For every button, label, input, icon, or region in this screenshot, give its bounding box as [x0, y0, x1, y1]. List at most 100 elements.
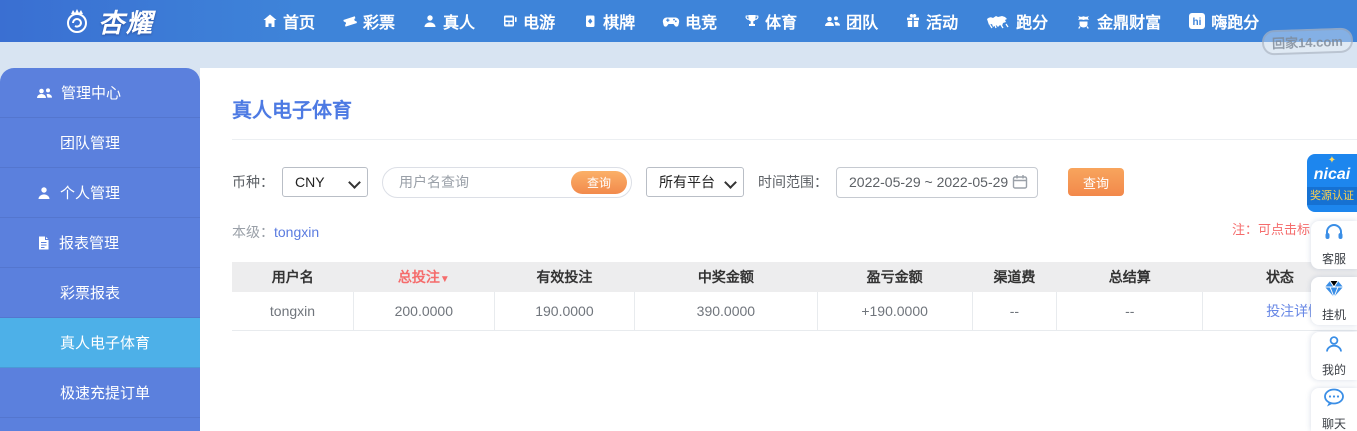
- lottery-icon: [342, 13, 358, 29]
- live-person-icon: [422, 13, 438, 29]
- promo-badge-title: nicai: [1313, 166, 1351, 183]
- cards-icon: [582, 13, 598, 29]
- level-row: 本级：tongxin: [232, 222, 1357, 242]
- col-header-valid-bet[interactable]: 有效投注: [494, 262, 635, 292]
- nav-item-team[interactable]: 团队: [824, 9, 878, 33]
- col-header-total-settlement[interactable]: 总结算: [1056, 262, 1203, 292]
- nav-item-live[interactable]: 真人: [422, 9, 475, 33]
- diamond-icon: [1323, 279, 1345, 304]
- col-header-channel-fee[interactable]: 渠道费: [972, 262, 1057, 292]
- nav-item-label: 真人: [443, 15, 476, 32]
- nav-item-label: 活动: [926, 15, 959, 32]
- page-title: 真人电子体育: [232, 100, 352, 122]
- nav-item-label: 团队: [846, 15, 879, 32]
- sidebar-item-label: 个人管理: [60, 185, 121, 202]
- nav-item-label: 彩票: [363, 15, 396, 32]
- team-icon: [824, 13, 841, 29]
- query-button[interactable]: 查询: [1068, 168, 1124, 196]
- sidebar-item-lottery-report[interactable]: 彩票报表: [0, 268, 200, 318]
- date-range-picker[interactable]: 2022-05-29 ~ 2022-05-29: [836, 166, 1038, 198]
- cell-total-settlement: --: [1056, 292, 1203, 331]
- currency-select[interactable]: CNY: [282, 167, 368, 197]
- nav-item-label: 电竞: [685, 15, 718, 32]
- table-header-row: 用户名 总投注▼ 有效投注 中奖金额 盈亏金额 渠道费 总结算 状态: [232, 262, 1357, 292]
- col-header-username[interactable]: 用户名: [232, 262, 354, 292]
- sort-desc-icon: ▼: [439, 274, 450, 285]
- nav-item-esports[interactable]: 电竞: [662, 9, 717, 33]
- nav-item-label: 金鼎财富: [1097, 15, 1162, 32]
- promo-badge[interactable]: ✦ nicai 奖源认证: [1307, 154, 1357, 212]
- filter-bar: 币种： CNY 查询 所有平台 时间范围： 2022-05-29 ~ 2022-…: [232, 166, 1357, 198]
- sidebar: 管理中心 团队管理 个人管理 报表管理 彩票报表 真人电子体育 极速充提订单: [0, 68, 200, 431]
- sidebar-item-label: 真人电子体育: [60, 335, 151, 352]
- brand-logo[interactable]: 杏耀: [62, 3, 154, 40]
- nav-item-hipaofen[interactable]: hi 嗨跑分: [1188, 9, 1259, 33]
- gift-icon: [905, 13, 921, 29]
- nav-menu: 首页 彩票 真人 电游 棋牌 电竞 体育 团队 活动 跑分 金鼎财富 hi 嗨跑…: [262, 9, 1259, 33]
- esports-icon: [662, 13, 680, 29]
- nav-item-boardgames[interactable]: 棋牌: [582, 9, 635, 33]
- site-watermark: 回家14.com: [1261, 27, 1354, 56]
- running-animal-icon: [985, 13, 1011, 29]
- level-user-link[interactable]: tongxin: [274, 224, 319, 240]
- cell-total-bet: 200.0000: [353, 292, 495, 331]
- sidebar-item-label: 团队管理: [60, 135, 121, 152]
- chat-button[interactable]: 聊天: [1311, 388, 1357, 431]
- float-card-label: 我的: [1321, 363, 1346, 377]
- nav-item-label: 首页: [283, 15, 316, 32]
- table-row: tongxin 200.0000 190.0000 390.0000 +190.…: [232, 292, 1357, 331]
- nav-item-wealth[interactable]: 金鼎财富: [1075, 9, 1161, 33]
- wealth-icon: [1075, 13, 1092, 29]
- sports-trophy-icon: [744, 13, 760, 29]
- user-icon: [1324, 334, 1344, 359]
- nav-item-activity[interactable]: 活动: [905, 9, 958, 33]
- my-account-button[interactable]: 我的: [1311, 332, 1357, 380]
- sidebar-item-label: 极速充提订单: [60, 385, 151, 402]
- slots-icon: [502, 13, 518, 29]
- cell-win-amount: 390.0000: [634, 292, 817, 331]
- sidebar-item-management-center[interactable]: 管理中心: [0, 68, 200, 118]
- crown-emblem-icon: [62, 6, 92, 36]
- level-label: 本级：: [232, 224, 274, 240]
- logo-text: 杏耀: [98, 7, 155, 38]
- nav-item-paofen[interactable]: 跑分: [985, 9, 1048, 33]
- cell-channel-fee: --: [971, 292, 1057, 331]
- sidebar-item-fast-deposit-withdraw-orders[interactable]: 极速充提订单: [0, 368, 200, 418]
- col-header-total-bet-sorted[interactable]: 总投注▼: [353, 262, 495, 292]
- nav-item-label: 嗨跑分: [1211, 15, 1260, 32]
- platform-select-wrap: 所有平台: [646, 167, 744, 197]
- nav-item-home[interactable]: 首页: [262, 9, 315, 33]
- inline-search-button[interactable]: 查询: [571, 170, 627, 194]
- sparkle-icon: ✦: [1327, 155, 1337, 166]
- report-icon: [36, 235, 51, 251]
- col-header-profit[interactable]: 盈亏金额: [817, 262, 973, 292]
- user-icon: [36, 185, 52, 201]
- main-content: 真人电子体育 币种： CNY 查询 所有平台 时间范围： 2022-05-29 …: [200, 68, 1357, 431]
- username-input[interactable]: [399, 174, 549, 190]
- cell-profit: +190.0000: [816, 292, 973, 331]
- platform-select[interactable]: 所有平台: [646, 167, 744, 197]
- title-divider: [232, 139, 1357, 140]
- nav-item-lottery[interactable]: 彩票: [342, 9, 395, 33]
- sidebar-item-team-management[interactable]: 团队管理: [0, 118, 200, 168]
- calendar-icon: [1011, 173, 1029, 191]
- sidebar-item-label: 彩票报表: [60, 285, 121, 302]
- auto-hangup-button[interactable]: 挂机: [1311, 277, 1357, 325]
- sidebar-item-live-electronic-sports[interactable]: 真人电子体育: [0, 318, 200, 368]
- cell-username: tongxin: [232, 292, 354, 331]
- nav-item-sports[interactable]: 体育: [744, 9, 797, 33]
- sidebar-item-personal-management[interactable]: 个人管理: [0, 168, 200, 218]
- nav-item-egame[interactable]: 电游: [502, 9, 555, 33]
- nav-item-label: 跑分: [1016, 15, 1049, 32]
- svg-text:hi: hi: [1193, 17, 1202, 28]
- date-range-value: 2022-05-29 ~ 2022-05-29: [849, 174, 1009, 190]
- col-header-win-amount[interactable]: 中奖金额: [634, 262, 817, 292]
- currency-select-wrap: CNY: [282, 167, 368, 197]
- sidebar-item-report-management[interactable]: 报表管理: [0, 218, 200, 268]
- top-navbar: 杏耀 首页 彩票 真人 电游 棋牌 电竞 体育 团队 活动 跑分 金鼎财富 hi…: [0, 0, 1357, 42]
- cell-valid-bet: 190.0000: [493, 292, 635, 331]
- customer-service-button[interactable]: 客服: [1311, 221, 1357, 269]
- headset-icon: [1323, 223, 1345, 248]
- currency-label: 币种：: [232, 174, 274, 190]
- promo-badge-subtitle: 奖源认证: [1307, 187, 1357, 205]
